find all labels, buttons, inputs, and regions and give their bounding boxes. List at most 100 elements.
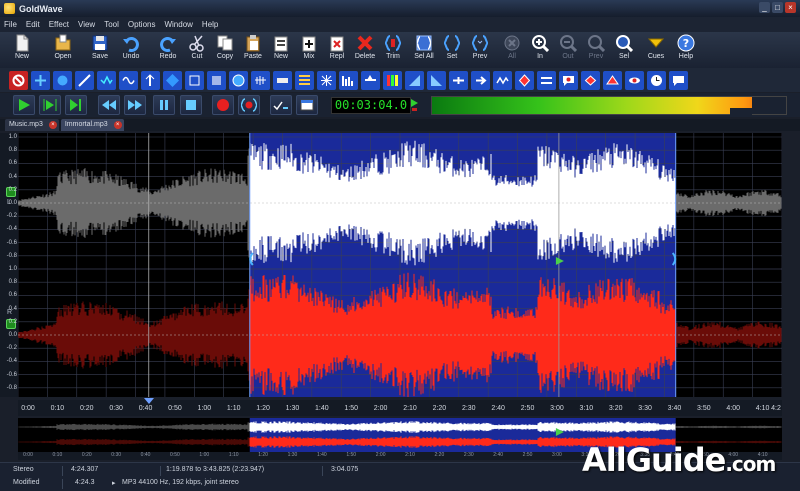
time-ruler[interactable]: 0:00 0:10 0:20 0:30 0:40 0:50 1:00 1:10 1:20 1:30… — [18, 398, 782, 416]
time-display: 00:03:04.0 — [331, 97, 411, 114]
select-all-button[interactable]: Sel All — [410, 34, 438, 67]
menu-options[interactable]: Options — [128, 20, 156, 29]
menu-file[interactable]: File — [4, 20, 17, 29]
start-marker-icon[interactable] — [143, 398, 154, 404]
save-button[interactable]: Save — [86, 34, 114, 67]
fx-red-eye-icon[interactable] — [625, 70, 644, 90]
stop-button[interactable] — [180, 95, 202, 115]
redo-button[interactable]: Redo — [154, 34, 182, 67]
mix-button[interactable]: Mix — [295, 34, 323, 67]
cut-button[interactable]: Cut — [183, 34, 211, 67]
overview-tick-label: 0:10 — [52, 452, 63, 458]
fx-marker-icon[interactable] — [515, 70, 534, 90]
close-icon[interactable]: × — [785, 2, 796, 13]
overview-tick-label: 3:00 — [552, 452, 562, 458]
fx-reverb-icon[interactable] — [251, 70, 270, 90]
fx-clock-icon[interactable] — [647, 70, 666, 90]
pause-button[interactable] — [153, 95, 175, 115]
zoom-out-button[interactable]: Out — [554, 34, 582, 67]
tab-music[interactable]: Music.mp3 × — [5, 119, 59, 131]
minimize-icon[interactable]: _ — [759, 2, 770, 13]
fx-shape-icon[interactable] — [449, 70, 468, 90]
fx-compress-icon[interactable] — [31, 70, 50, 90]
fx-time-warp-icon[interactable] — [471, 70, 490, 90]
replace-button[interactable]: Repl — [323, 34, 351, 67]
fx-fade-in-icon[interactable] — [427, 70, 446, 90]
play-selection-button[interactable] — [39, 95, 61, 115]
zoom-prev-button[interactable]: Prev — [582, 34, 610, 67]
zoom-all-button[interactable]: All — [498, 34, 526, 67]
fx-no-icon[interactable] — [9, 70, 28, 90]
fx-invert-icon[interactable] — [141, 70, 160, 90]
menu-view[interactable]: View — [78, 20, 95, 29]
play-from-cursor-button[interactable] — [65, 95, 87, 115]
copy-button[interactable]: Copy — [211, 34, 239, 67]
maximize-icon[interactable]: □ — [772, 2, 783, 13]
record-button[interactable] — [212, 95, 234, 115]
amplitude-tick-label: 1.0 — [8, 134, 17, 140]
close-tab-icon[interactable]: × — [48, 121, 57, 129]
fx-swap-icon[interactable] — [537, 70, 556, 90]
menu-edit[interactable]: Edit — [26, 20, 40, 29]
open-folder-icon — [55, 34, 71, 51]
waveform-view[interactable] — [18, 133, 782, 397]
set-marker-button[interactable]: Set — [438, 34, 466, 67]
fx-volume-icon[interactable] — [361, 70, 380, 90]
tab-immortal[interactable]: Immortal.mp3 × — [60, 119, 124, 131]
menu-help[interactable]: Help — [202, 20, 218, 29]
fx-chat-icon[interactable] — [669, 70, 688, 90]
amplitude-tick-label: -0.2 — [6, 213, 17, 220]
overview-tick-label: 1:30 — [287, 452, 298, 458]
device-controls-button[interactable] — [270, 95, 292, 115]
overview-tick-label: 2:00 — [375, 452, 386, 458]
zoom-in-button[interactable]: In — [526, 34, 554, 67]
paste-new-button[interactable]: New — [267, 34, 295, 67]
play-icon — [19, 99, 30, 111]
open-button[interactable]: Open — [48, 34, 78, 67]
fx-noise-icon[interactable] — [317, 70, 336, 90]
previous-button[interactable]: Prev — [466, 34, 494, 67]
play-button[interactable] — [13, 95, 35, 115]
amplitude-tick-label: 0.0 — [8, 200, 17, 206]
amplitude-tick-label: 1.0 — [8, 266, 17, 272]
time-tick-label: 3:20 — [608, 405, 623, 412]
amplitude-tick-label: -0.4 — [6, 226, 17, 233]
fx-red-triangle-icon[interactable] — [603, 70, 622, 90]
record-selection-button[interactable] — [238, 95, 260, 115]
cues-button[interactable]: Cues — [642, 34, 670, 67]
fx-doppler-icon[interactable] — [53, 70, 72, 90]
fx-echo-icon[interactable] — [97, 70, 116, 90]
fx-eq-icon[interactable] — [273, 70, 292, 90]
trim-button[interactable]: Trim — [379, 34, 407, 67]
fast-forward-button[interactable] — [124, 95, 146, 115]
fx-pitch-icon[interactable] — [229, 70, 248, 90]
fx-speech-icon[interactable] — [559, 70, 578, 90]
fx-red-diamond-icon[interactable] — [581, 70, 600, 90]
record-indicator-icon — [411, 99, 418, 111]
fx-filter-icon[interactable] — [295, 70, 314, 90]
level-meter — [431, 96, 787, 116]
delete-button[interactable]: Delete — [351, 34, 379, 67]
fx-dynamics-icon[interactable] — [75, 70, 94, 90]
menu-tool[interactable]: Tool — [104, 20, 119, 29]
fx-mechanize-icon[interactable] — [163, 70, 182, 90]
fx-offset-icon[interactable] — [185, 70, 204, 90]
fx-color-bars-icon[interactable] — [383, 70, 402, 90]
menu-window[interactable]: Window — [164, 20, 192, 29]
new-button[interactable]: New — [8, 34, 36, 67]
paste-button[interactable]: Paste — [239, 34, 267, 67]
fx-spectrum-icon[interactable] — [339, 70, 358, 90]
undo-button[interactable]: Undo — [117, 34, 145, 67]
close-tab-icon[interactable]: × — [113, 121, 122, 129]
fx-pan-icon[interactable] — [207, 70, 226, 90]
rewind-button[interactable] — [98, 95, 120, 115]
zoom-sel-button[interactable]: Sel — [610, 34, 638, 67]
fx-flanger-icon[interactable] — [119, 70, 138, 90]
waveform-canvas[interactable] — [18, 133, 782, 397]
play-selection-icon — [43, 99, 57, 111]
help-button[interactable]: ? Help — [672, 34, 700, 67]
properties-button[interactable] — [296, 95, 318, 115]
fx-stereo-icon[interactable] — [493, 70, 512, 90]
menu-effect[interactable]: Effect — [49, 20, 69, 29]
fx-fade-out-icon[interactable] — [405, 70, 424, 90]
